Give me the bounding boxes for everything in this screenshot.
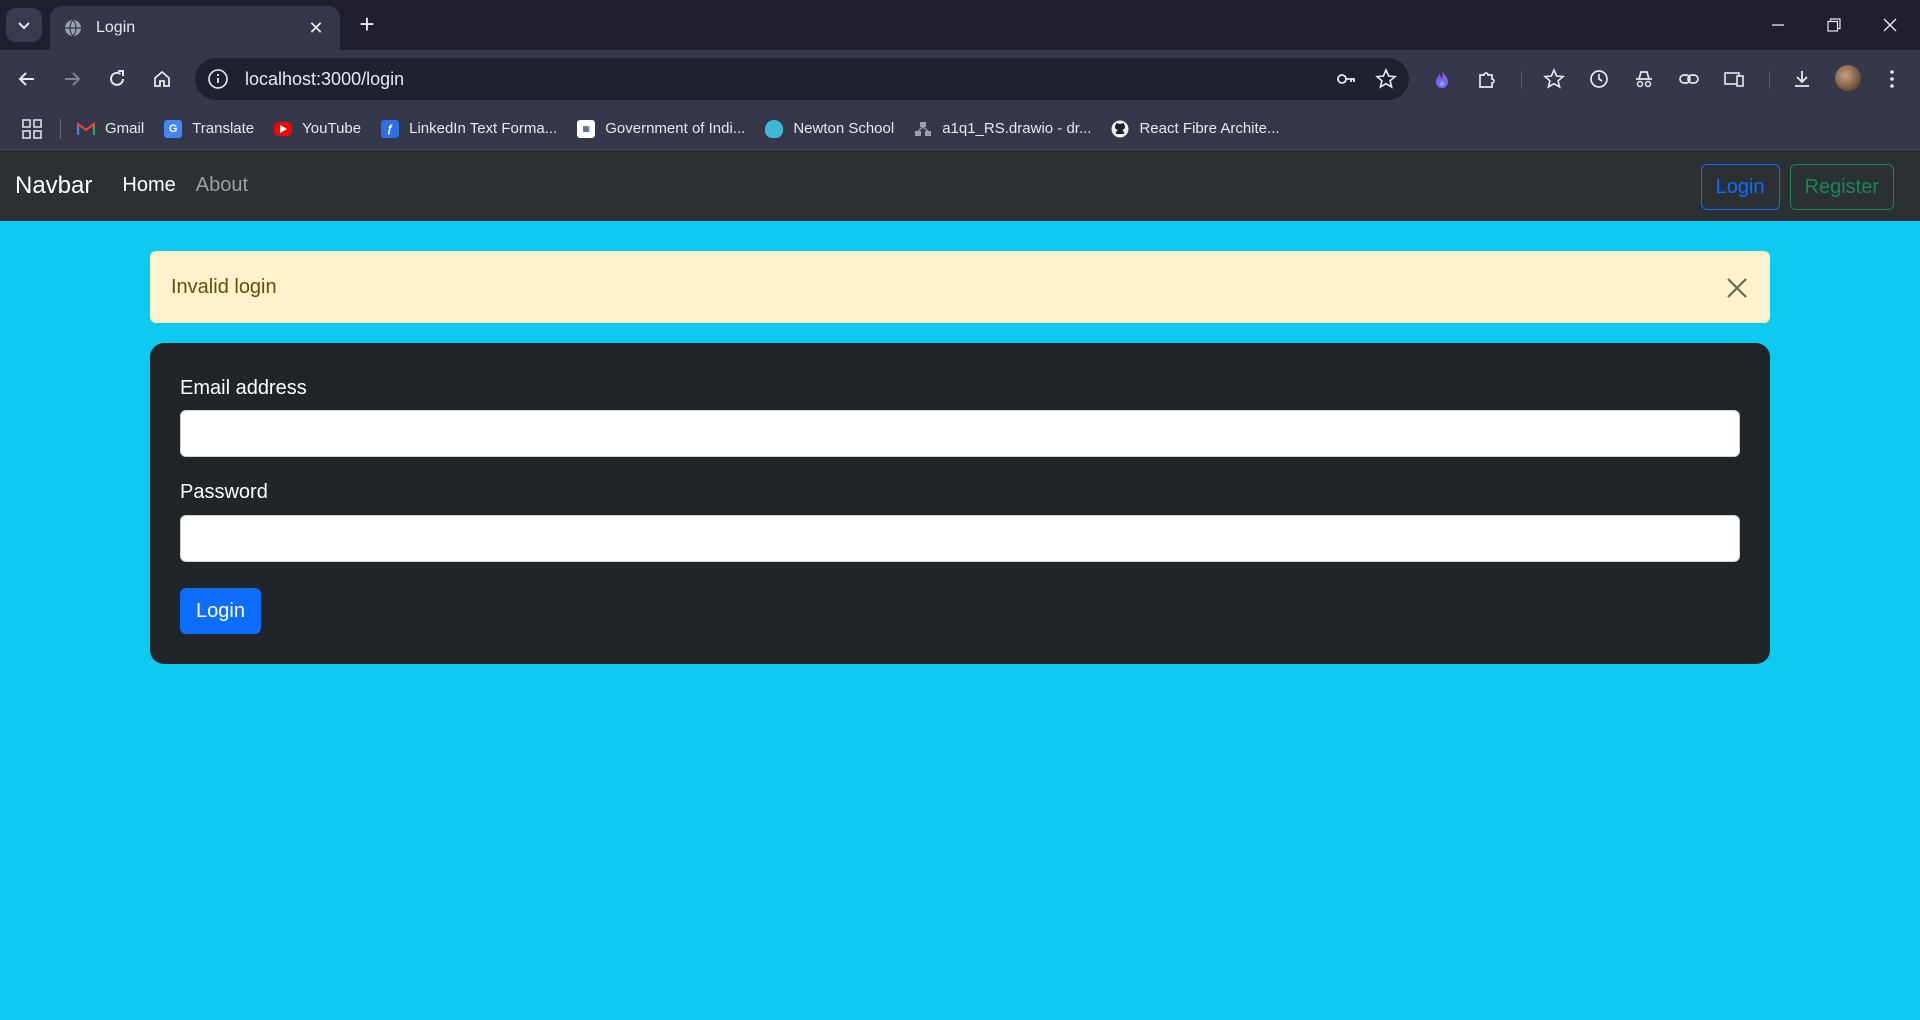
- address-bar[interactable]: localhost:3000/login: [195, 58, 1409, 100]
- arrow-right-icon: [65, 72, 81, 86]
- new-tab-button[interactable]: +: [352, 10, 382, 40]
- youtube-icon: [274, 121, 293, 136]
- drawio-icon: [914, 120, 932, 138]
- bookmark-translate[interactable]: G Translate: [164, 119, 254, 138]
- nav-link-home[interactable]: Home: [122, 174, 175, 197]
- nav-register-button[interactable]: Register: [1789, 164, 1894, 210]
- minimize-button[interactable]: [1750, 0, 1806, 50]
- bookmark-drawio[interactable]: a1q1_RS.drawio - dr...: [914, 120, 1091, 138]
- nav-login-button[interactable]: Login: [1700, 164, 1780, 210]
- apps-grid-icon[interactable]: [21, 118, 43, 140]
- tab-search-button[interactable]: [6, 8, 42, 42]
- back-button[interactable]: [10, 62, 44, 96]
- browser-toolbar: localhost:3000/login: [0, 50, 1920, 108]
- bookmark-linkedin-formatter[interactable]: ƒ LinkedIn Text Forma...: [381, 119, 557, 138]
- password-field[interactable]: [180, 515, 1740, 562]
- close-window-button[interactable]: [1862, 0, 1918, 50]
- login-form-card: Email address Password Login: [150, 343, 1770, 664]
- extension-flame-icon[interactable]: [1425, 62, 1459, 96]
- alert-close-button[interactable]: [1721, 272, 1753, 304]
- site-info-icon[interactable]: [207, 68, 229, 90]
- browser-tab-strip: Login ✕ +: [0, 0, 1920, 50]
- home-button[interactable]: [145, 62, 179, 96]
- linkedin-formatter-icon: ƒ: [381, 119, 400, 138]
- globe-icon: [65, 19, 81, 37]
- reload-button[interactable]: [100, 62, 134, 96]
- incognito-icon[interactable]: [1627, 62, 1661, 96]
- navbar-brand[interactable]: Navbar: [15, 172, 92, 200]
- close-tab-icon[interactable]: ✕: [306, 18, 326, 39]
- chevron-down-icon: [18, 22, 30, 30]
- home-icon: [154, 70, 170, 87]
- password-label: Password: [180, 481, 268, 503]
- email-field[interactable]: [180, 410, 1740, 457]
- restore-icon: [1827, 18, 1841, 32]
- browser-tab[interactable]: Login ✕: [50, 6, 340, 50]
- login-submit-button[interactable]: Login: [180, 588, 261, 634]
- email-label: Email address: [180, 377, 307, 399]
- menu-kebab-icon[interactable]: [1875, 62, 1909, 96]
- reload-icon: [110, 70, 124, 86]
- app-navbar: Navbar Home About Login Register: [0, 150, 1920, 221]
- github-icon: [1111, 120, 1129, 138]
- password-key-icon[interactable]: [1329, 62, 1363, 96]
- nav-link-about[interactable]: About: [196, 174, 248, 197]
- auth-buttons: Login Register: [1700, 164, 1894, 210]
- minimize-icon: [1772, 24, 1784, 26]
- download-icon[interactable]: [1785, 62, 1819, 96]
- arrow-left-icon: [18, 72, 34, 86]
- warning-alert: Invalid login: [150, 251, 1770, 323]
- link-icon[interactable]: [1672, 62, 1706, 96]
- close-icon: [1727, 278, 1747, 298]
- url-text[interactable]: localhost:3000/login: [245, 69, 1329, 90]
- bookmark-youtube[interactable]: YouTube: [274, 120, 361, 137]
- alert-message: Invalid login: [171, 275, 277, 298]
- bookmark-newton-school[interactable]: Newton School: [765, 119, 894, 138]
- profile-avatar[interactable]: [1835, 65, 1861, 91]
- forward-button[interactable]: [55, 62, 89, 96]
- bookmark-government[interactable]: ▦ Government of Indi...: [577, 119, 745, 138]
- tab-title: Login: [96, 19, 136, 36]
- restore-button[interactable]: [1806, 0, 1862, 50]
- bookmarks-bar: Gmail G Translate YouTube ƒ LinkedIn Tex…: [0, 108, 1920, 150]
- bookmark-gmail[interactable]: Gmail: [77, 120, 144, 138]
- favorites-star-icon[interactable]: [1537, 62, 1571, 96]
- close-icon: [1883, 18, 1897, 32]
- extensions-puzzle-icon[interactable]: [1470, 62, 1504, 96]
- devices-icon[interactable]: [1717, 62, 1751, 96]
- government-icon: ▦: [577, 119, 596, 138]
- gmail-icon: [77, 120, 95, 138]
- translate-icon: G: [164, 119, 183, 138]
- bookmark-react-fibre[interactable]: React Fibre Archite...: [1111, 120, 1280, 138]
- newton-school-icon: [765, 119, 784, 138]
- bookmark-star-icon[interactable]: [1369, 62, 1403, 96]
- history-icon[interactable]: [1582, 62, 1616, 96]
